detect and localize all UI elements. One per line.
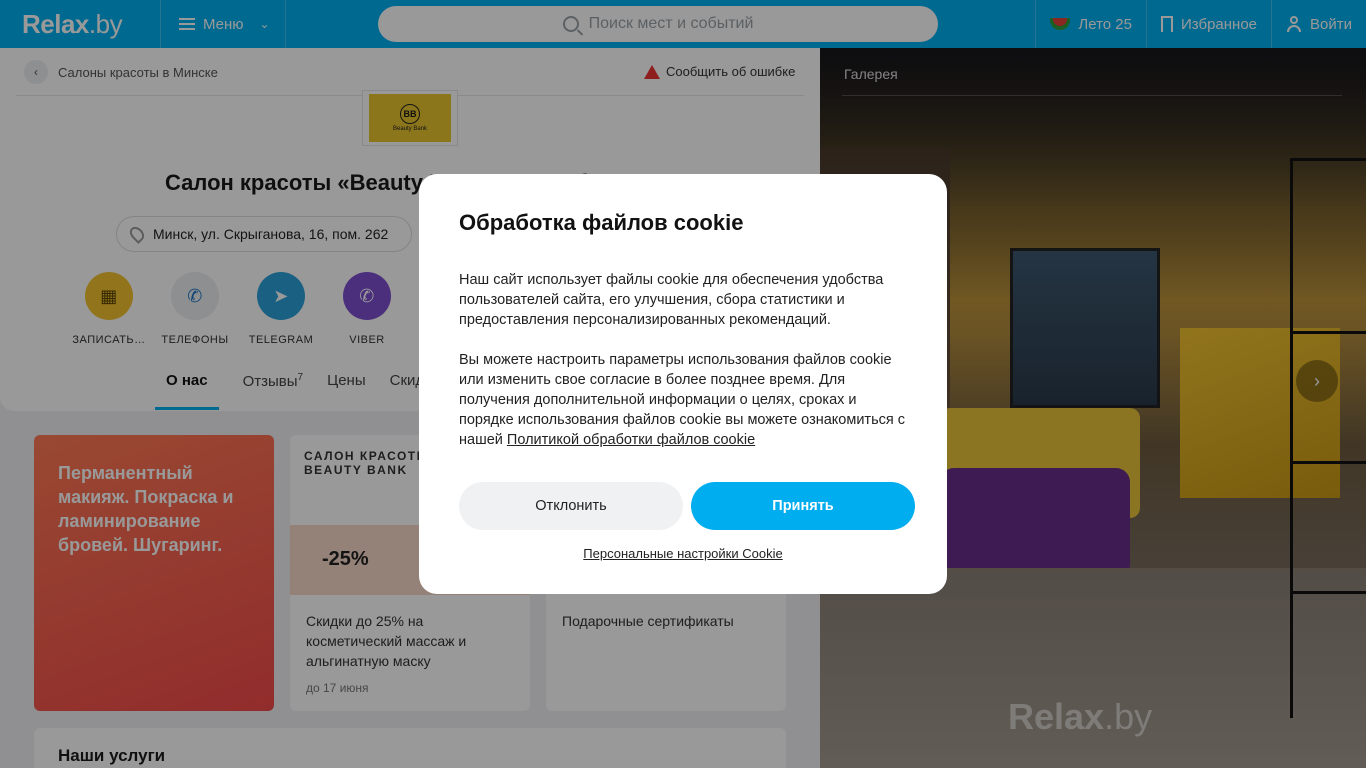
modal-paragraph: Наш сайт использует файлы cookie для обе… xyxy=(459,272,884,328)
cookie-modal: Обработка файлов cookie Наш сайт использ… xyxy=(419,174,947,594)
modal-paragraph-2: Вы можете настроить параметры использова… xyxy=(459,350,907,450)
modal-title: Обработка файлов cookie xyxy=(459,210,744,235)
cookie-settings-link[interactable]: Персональные настройки Cookie xyxy=(419,546,947,561)
accept-button[interactable]: Принять xyxy=(691,482,915,530)
cookie-policy-link[interactable]: Политикой обработки файлов cookie xyxy=(507,432,755,448)
decline-button[interactable]: Отклонить xyxy=(459,482,683,530)
